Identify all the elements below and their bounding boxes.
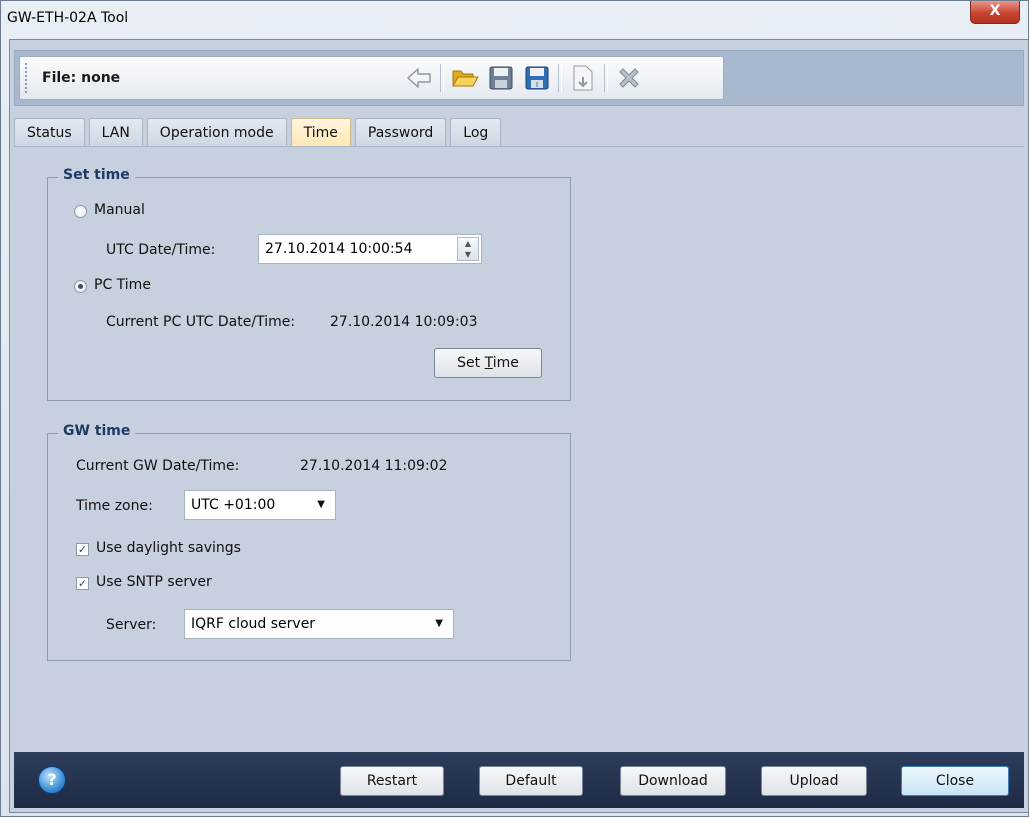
svg-text:I: I: [536, 81, 538, 89]
save-icon[interactable]: [486, 62, 516, 94]
chevron-down-icon: ▼: [317, 499, 325, 510]
utc-datetime-value: 27.10.2014 10:00:54: [265, 241, 413, 257]
timezone-label: Time zone:: [76, 498, 153, 514]
tab-operation-mode[interactable]: Operation mode: [146, 118, 287, 146]
utc-datetime-input[interactable]: 27.10.2014 10:00:54 ▲ ▼: [258, 234, 482, 264]
default-button[interactable]: Default: [479, 766, 583, 796]
toolbar-separator: [558, 64, 562, 92]
window-close-button[interactable]: X: [970, 1, 1020, 24]
daylight-savings-label[interactable]: Use daylight savings: [96, 540, 241, 556]
folder-open-icon[interactable]: [450, 62, 480, 94]
timezone-select[interactable]: UTC +01:00 ▼: [184, 490, 336, 520]
help-icon[interactable]: ?: [38, 766, 66, 794]
restart-button[interactable]: Restart: [340, 766, 444, 796]
current-pc-utc-label: Current PC UTC Date/Time:: [106, 314, 296, 330]
footer-bar: ? Restart Default Download Upload Close: [14, 752, 1024, 808]
gw-time-group: GW time Current GW Date/Time: 27.10.2014…: [47, 423, 571, 661]
app-window: GW-ETH-02A Tool X File: none I Status LA…: [0, 0, 1029, 817]
main-frame: File: none I Status LAN Operation mode T…: [9, 39, 1029, 813]
toolbar-panel: File: none I: [19, 56, 724, 100]
gw-time-legend: GW time: [58, 423, 136, 439]
close-button[interactable]: Close: [901, 766, 1009, 796]
tab-lan[interactable]: LAN: [88, 118, 143, 146]
pc-time-radio[interactable]: [74, 280, 87, 293]
server-select[interactable]: IQRF cloud server ▼: [184, 609, 454, 639]
utc-datetime-spinner[interactable]: ▲ ▼: [457, 237, 479, 261]
toolbar: File: none I: [14, 50, 1024, 106]
set-time-group: Set time Manual UTC Date/Time: 27.10.201…: [47, 167, 571, 401]
back-arrow-icon[interactable]: [404, 62, 434, 94]
title-bar: GW-ETH-02A Tool X: [1, 1, 1028, 37]
set-time-button-label-accel: T: [484, 355, 493, 371]
chevron-down-icon: ▼: [435, 618, 443, 629]
download-button[interactable]: Download: [620, 766, 726, 796]
set-time-button[interactable]: Set Time: [434, 348, 542, 378]
server-value: IQRF cloud server: [191, 616, 316, 632]
upload-button[interactable]: Upload: [761, 766, 867, 796]
toolbar-separator: [440, 64, 444, 92]
current-pc-utc-value: 27.10.2014 10:09:03: [330, 314, 478, 330]
sntp-server-checkbox[interactable]: ✓: [76, 577, 89, 590]
tab-status[interactable]: Status: [14, 118, 85, 146]
file-label: File: none: [42, 70, 121, 86]
toolbar-separator: [604, 64, 608, 92]
toolbar-grip[interactable]: [25, 63, 30, 93]
current-gw-label: Current GW Date/Time:: [76, 458, 240, 474]
toolbar-icons: I: [404, 61, 644, 95]
manual-label[interactable]: Manual: [94, 202, 145, 218]
set-time-button-label-post: ime: [492, 355, 519, 371]
save-as-icon[interactable]: I: [522, 62, 552, 94]
delete-x-icon[interactable]: [614, 62, 644, 94]
utc-datetime-label: UTC Date/Time:: [106, 242, 216, 258]
tab-strip: Status LAN Operation mode Time Password …: [14, 116, 505, 146]
tab-password[interactable]: Password: [354, 118, 447, 146]
pc-time-label[interactable]: PC Time: [94, 277, 151, 293]
export-document-icon[interactable]: [568, 62, 598, 94]
time-tab-panel: Set time Manual UTC Date/Time: 27.10.201…: [14, 146, 1024, 751]
set-time-legend: Set time: [58, 167, 135, 183]
tab-log[interactable]: Log: [450, 118, 502, 146]
manual-radio[interactable]: [74, 205, 87, 218]
tab-time[interactable]: Time: [290, 118, 351, 146]
current-gw-value: 27.10.2014 11:09:02: [300, 458, 448, 474]
timezone-value: UTC +01:00: [191, 497, 276, 513]
window-title: GW-ETH-02A Tool: [7, 10, 129, 26]
sntp-server-label[interactable]: Use SNTP server: [96, 574, 212, 590]
server-label: Server:: [106, 617, 157, 633]
daylight-savings-checkbox[interactable]: ✓: [76, 543, 89, 556]
set-time-button-label-pre: Set: [457, 355, 485, 371]
